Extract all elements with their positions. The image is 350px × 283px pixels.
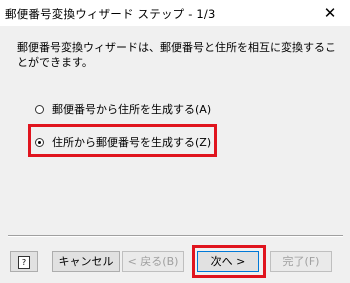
window-title: 郵便番号変換ウィザード ステップ - 1/3 bbox=[5, 7, 216, 21]
option-label: 郵便番号から住所を生成する(A) bbox=[52, 103, 212, 116]
back-button[interactable]: < 戻る(B) bbox=[122, 251, 184, 272]
help-button[interactable]: ? bbox=[10, 251, 38, 272]
finish-button[interactable]: 完了(F) bbox=[270, 251, 332, 272]
close-icon[interactable]: ✕ bbox=[320, 3, 340, 23]
cancel-button[interactable]: キャンセル bbox=[52, 251, 120, 272]
title-bar: 郵便番号変換ウィザード ステップ - 1/3 ✕ bbox=[0, 0, 350, 26]
help-icon: ? bbox=[18, 256, 30, 269]
button-separator bbox=[8, 235, 343, 237]
radio-icon[interactable] bbox=[35, 104, 44, 114]
highlight-box-next bbox=[192, 245, 266, 278]
wizard-description: 郵便番号変換ウィザードは、郵便番号と住所を相互に変換することができます。 bbox=[17, 41, 336, 69]
option-address-from-postal[interactable]: 郵便番号から住所を生成する(A) bbox=[35, 101, 211, 117]
highlight-box-option bbox=[28, 124, 217, 157]
